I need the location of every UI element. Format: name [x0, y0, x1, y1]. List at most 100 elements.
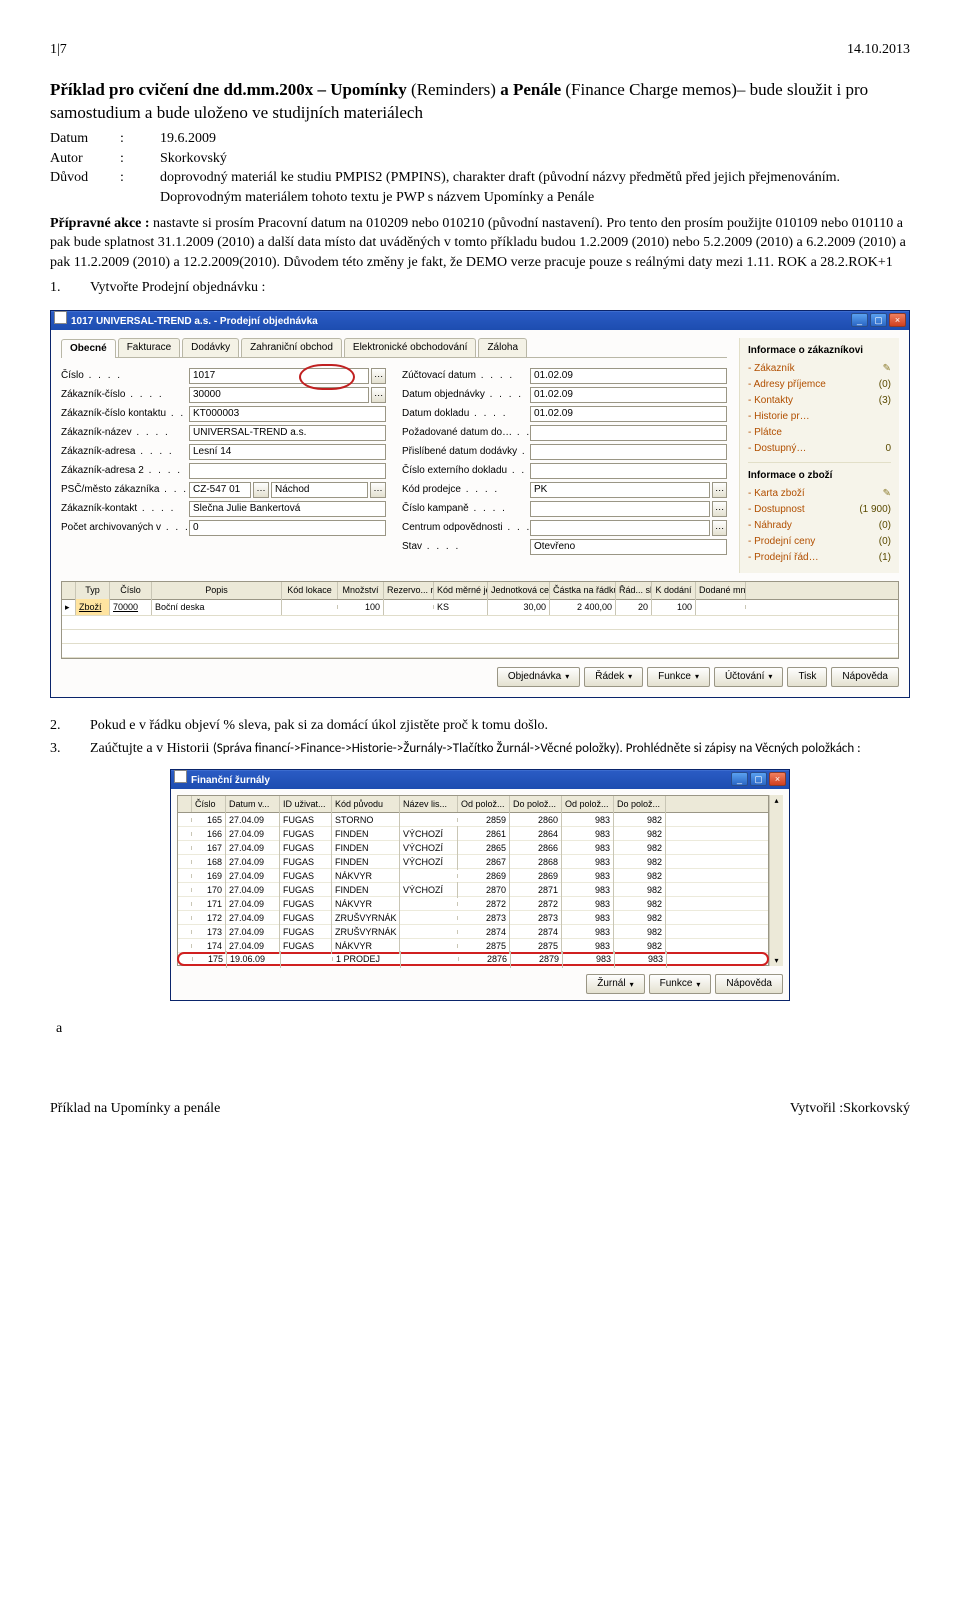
col-header[interactable]: Rezervo... množství — [384, 582, 434, 599]
scrollbar[interactable]: ▴▾ — [769, 795, 783, 967]
field-po-adovan--datum-do-[interactable] — [530, 425, 727, 441]
table-row[interactable]: 17519.06.091 PRODEJ28762879983983 — [177, 952, 769, 966]
funkce-button[interactable]: Funkce▾ — [647, 667, 710, 687]
field-z-kazn-k---slo[interactable]: 30000 — [189, 387, 369, 403]
lookup-button[interactable]: ⋯ — [712, 520, 727, 536]
side-kontakty[interactable]: Kontakty(3) — [748, 394, 891, 408]
col-header[interactable]: Kód původu — [332, 796, 400, 813]
nápověda-button[interactable]: Nápověda — [715, 974, 783, 994]
col-header[interactable]: K dodání — [652, 582, 696, 599]
col-header[interactable]: Název lis... — [400, 796, 458, 813]
field-z-kazn-k---slo-kontaktu[interactable]: KT000003 — [189, 406, 386, 422]
side-prodejn--ceny[interactable]: Prodejní ceny(0) — [748, 535, 891, 549]
col-header[interactable]: Jednotková cena bez DPH — [488, 582, 550, 599]
col-header[interactable] — [62, 582, 76, 599]
funkce-button[interactable]: Funkce▾ — [649, 974, 712, 994]
field-stav[interactable]: Otevřeno — [530, 539, 727, 555]
field-p-isl-ben--datum-dod-vky[interactable] — [530, 444, 727, 460]
field---slo-kampan-[interactable] — [530, 501, 710, 517]
col-header[interactable]: Částka na řádku bez DPH — [550, 582, 616, 599]
side-karta-zbo--[interactable]: Karta zboží✎ — [748, 487, 891, 501]
col-header[interactable]: Dodané množství — [696, 582, 746, 599]
col-header[interactable]: Od polož... — [562, 796, 614, 813]
side-n-hrady[interactable]: Náhrady(0) — [748, 519, 891, 533]
col-header[interactable]: ID uživat... — [280, 796, 332, 813]
lookup-button[interactable]: ⋯ — [370, 482, 386, 498]
grid-cell[interactable]: 100 — [652, 599, 696, 616]
col-header[interactable]: Řád... sleva % — [616, 582, 652, 599]
grid-cell[interactable] — [384, 605, 434, 609]
col-header[interactable]: Množství — [338, 582, 384, 599]
tab-zahraniční obchod[interactable]: Zahraniční obchod — [241, 338, 342, 357]
lookup-button[interactable]: ⋯ — [712, 501, 727, 517]
maximize-button[interactable]: ▢ — [870, 313, 887, 327]
grid-cell[interactable]: 100 — [338, 599, 384, 616]
titlebar[interactable]: Finanční žurnály _ ▢ × — [171, 770, 789, 789]
field-k-d-prodejce[interactable]: PK — [530, 482, 710, 498]
lookup-button[interactable]: ⋯ — [371, 368, 386, 384]
col-header[interactable]: Od polož... — [458, 796, 510, 813]
grid-cell[interactable] — [282, 605, 338, 609]
col-header[interactable]: Číslo — [110, 582, 152, 599]
field-z--tovac--datum[interactable]: 01.02.09 — [530, 368, 727, 384]
field-datum-objedn-vky[interactable]: 01.02.09 — [530, 387, 727, 403]
col-header[interactable]: Do polož... — [510, 796, 562, 813]
žurnál-button[interactable]: Žurnál▾ — [586, 974, 644, 994]
field-centrum-odpov-dnosti[interactable] — [530, 520, 710, 536]
grid-cell[interactable]: 30,00 — [488, 599, 550, 616]
tab-záloha[interactable]: Záloha — [478, 338, 527, 357]
tab-obecné[interactable]: Obecné — [61, 339, 116, 358]
field-po-et-archivovan-ch-v[interactable]: 0 — [189, 520, 386, 536]
field-z-kazn-k-adresa[interactable]: Lesní 14 — [189, 444, 386, 460]
col-header[interactable]: Do polož... — [614, 796, 666, 813]
grid-cell[interactable]: 2 400,00 — [550, 599, 616, 616]
lookup-button[interactable]: ⋯ — [371, 387, 386, 403]
minimize-button[interactable]: _ — [731, 772, 748, 786]
nápověda-button[interactable]: Nápověda — [831, 667, 899, 687]
field-ps--m-sto-z-kazn-ka[interactable]: CZ-547 01 — [189, 482, 251, 498]
order-lines-grid[interactable]: TypČísloPopisKód lokaceMnožstvíRezervo..… — [61, 581, 899, 659]
col-header[interactable]: Datum v... — [226, 796, 280, 813]
field-datum-dokladu[interactable]: 01.02.09 — [530, 406, 727, 422]
lookup-button[interactable]: ⋯ — [253, 482, 269, 498]
col-header[interactable]: Typ — [76, 582, 110, 599]
grid-cell[interactable]: Boční deska — [152, 599, 282, 616]
grid-cell[interactable]: 20 — [616, 599, 652, 616]
grid-cell[interactable] — [696, 605, 746, 609]
field-z-kazn-k-kontakt[interactable]: Slečna Julie Bankertová — [189, 501, 386, 517]
tab-dodávky[interactable]: Dodávky — [182, 338, 239, 357]
grid-cell[interactable]: KS — [434, 599, 488, 616]
grid-cell[interactable]: Zboží — [76, 599, 110, 616]
účtování-button[interactable]: Účtování▾ — [714, 667, 783, 687]
minimize-button[interactable]: _ — [851, 313, 868, 327]
titlebar[interactable]: 1017 UNIVERSAL-TREND a.s. - Prodejní obj… — [51, 311, 909, 330]
tab-fakturace[interactable]: Fakturace — [118, 338, 180, 357]
grid-cell[interactable]: 70000 — [110, 599, 152, 616]
řádek-button[interactable]: Řádek▾ — [584, 667, 643, 687]
side-dostupnost[interactable]: Dostupnost(1 900) — [748, 503, 891, 517]
field-city[interactable]: Náchod — [271, 482, 368, 498]
field---slo-extern-ho-dokladu[interactable] — [530, 463, 727, 479]
side-adresy-p--jemce[interactable]: Adresy příjemce(0) — [748, 378, 891, 392]
side-pl-tce[interactable]: Plátce — [748, 426, 891, 440]
tisk-button[interactable]: Tisk — [787, 667, 827, 687]
close-button[interactable]: × — [889, 313, 906, 327]
col-header[interactable]: Kód lokace — [282, 582, 338, 599]
grid-cell[interactable]: ▸ — [62, 599, 76, 616]
objednávka-button[interactable]: Objednávka▾ — [497, 667, 580, 687]
col-header[interactable]: Popis — [152, 582, 282, 599]
tab-elektronické obchodování[interactable]: Elektronické obchodování — [344, 338, 477, 357]
side-prodejn----d-[interactable]: Prodejní řád…(1) — [748, 551, 891, 565]
field-z-kazn-k-adresa-2[interactable] — [189, 463, 386, 479]
field-z-kazn-k-n-zev[interactable]: UNIVERSAL-TREND a.s. — [189, 425, 386, 441]
side-historie-pr-[interactable]: Historie pr… — [748, 410, 891, 424]
side-z-kazn-k[interactable]: Zákazník✎ — [748, 362, 891, 376]
lookup-button[interactable]: ⋯ — [712, 482, 727, 498]
col-header[interactable]: Číslo — [192, 796, 226, 813]
journal-grid[interactable]: ČísloDatum v...ID uživat...Kód původuNáz… — [177, 795, 769, 967]
field---slo[interactable]: 1017 — [189, 368, 369, 384]
col-header[interactable]: Kód měrné jednotky — [434, 582, 488, 599]
side-dostupn--[interactable]: Dostupný…0 — [748, 442, 891, 456]
maximize-button[interactable]: ▢ — [750, 772, 767, 786]
close-button[interactable]: × — [769, 772, 786, 786]
